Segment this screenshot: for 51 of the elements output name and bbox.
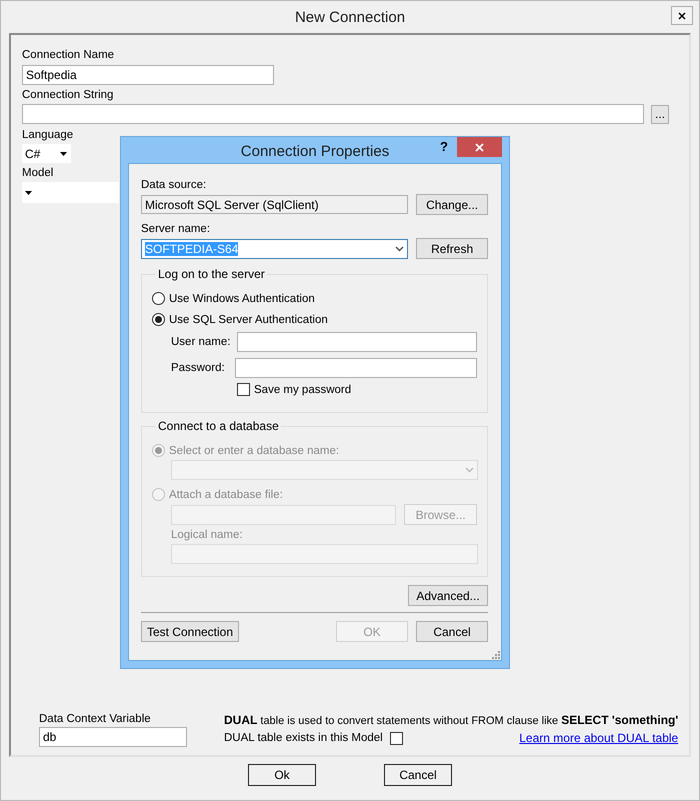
change-button[interactable]: Change... [416, 194, 488, 215]
dialog-button[interactable]: Ok [248, 764, 316, 786]
field-label: Model [22, 167, 54, 179]
chevron-icon [465, 467, 474, 473]
save-password-checkbox[interactable] [237, 383, 250, 396]
dual-checkbox[interactable] [390, 732, 403, 744]
dual-description: DUAL table is used to convert statements without FROM clause like SELECT 'something' [224, 713, 678, 727]
group-title: Connect to a database [157, 419, 280, 433]
data-source-field: Microsoft SQL Server (SqlClient) [141, 195, 408, 214]
window-title: New Connection [294, 8, 406, 26]
connection-string-field[interactable] [22, 104, 644, 124]
caret-icon [25, 190, 32, 194]
chevron-icon [395, 246, 404, 252]
resize-grip-icon [492, 651, 500, 659]
radio-label: Attach a database file: [169, 488, 283, 500]
dialog-button[interactable]: Cancel [416, 621, 488, 642]
field-label: Data source: [141, 179, 206, 191]
dialog-button[interactable]: Test Connection [141, 621, 239, 642]
field-label: Password: [171, 362, 225, 374]
radio-label: Select or enter a database name: [169, 444, 340, 456]
field-label: Logical name: [171, 529, 244, 541]
field-label: Language [22, 129, 74, 141]
refresh-button[interactable]: Refresh [416, 238, 488, 259]
field-label: Data Context Variable [39, 713, 151, 725]
server-name-value: SOFTPEDIA-S64 [145, 242, 238, 256]
field-label: Connection Name [22, 49, 114, 61]
dialog-button[interactable]: Cancel [384, 764, 452, 786]
field-label: Server name: [141, 223, 210, 235]
advanced-button[interactable]: Advanced... [408, 585, 488, 606]
radio-label: Use Windows Authentication [169, 292, 315, 304]
group-title: Log on to the server [157, 267, 266, 281]
caret-icon [60, 152, 67, 156]
checkbox-label: Save my password [254, 384, 352, 396]
close-icon [678, 12, 686, 20]
radio-button[interactable] [152, 313, 165, 326]
radio-button[interactable] [152, 292, 165, 305]
learn-more-link[interactable]: Learn more about DUAL table [519, 731, 678, 745]
connection-name-field[interactable]: Softpedia [22, 65, 274, 85]
password-field[interactable] [235, 358, 477, 378]
checkbox-label: DUAL table exists in this Model [224, 732, 383, 744]
browse-button[interactable]: ... [651, 104, 669, 124]
radio-label: Use SQL Server Authentication [169, 314, 328, 326]
help-button[interactable]: ? [440, 139, 448, 154]
field-label: User name: [171, 336, 230, 348]
close-icon [475, 142, 484, 152]
close-button[interactable] [671, 6, 693, 25]
field-label: Connection String [22, 89, 114, 101]
dialog-title: Connection Properties [240, 142, 390, 160]
user-name-field[interactable] [237, 332, 477, 352]
data-context-field[interactable]: db [39, 727, 187, 747]
language-dropdown[interactable]: C# [22, 144, 71, 163]
